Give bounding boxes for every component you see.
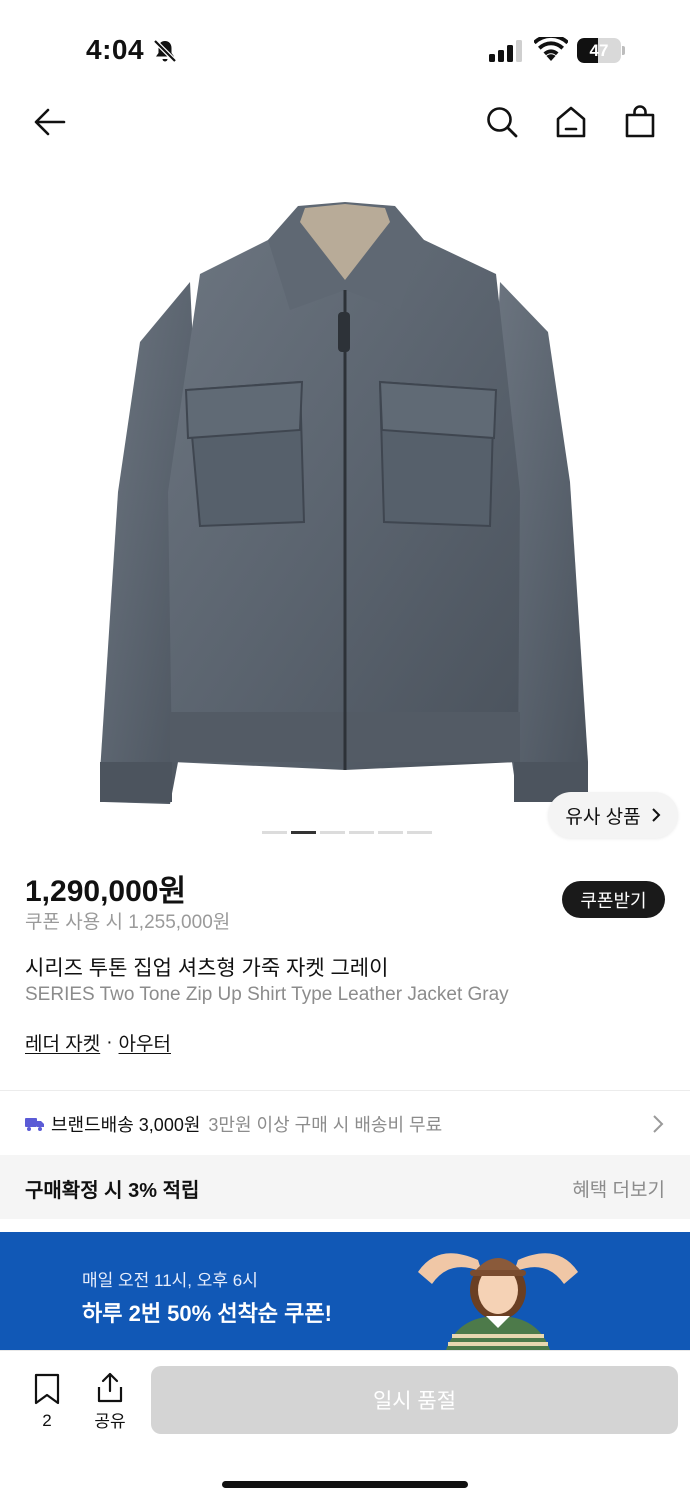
pager-dot xyxy=(262,831,287,834)
battery-indicator: 47 xyxy=(577,38,625,63)
home-indicator xyxy=(222,1481,468,1488)
cell-signal-icon xyxy=(489,40,522,62)
chevron-right-icon xyxy=(653,1115,664,1133)
wifi-icon xyxy=(534,37,568,61)
pager-dot xyxy=(407,831,432,834)
search-icon xyxy=(487,107,518,138)
product-title-english: SERIES Two Tone Zip Up Shirt Type Leathe… xyxy=(25,984,509,1005)
battery-level: 47 xyxy=(589,41,609,60)
bookmark-icon xyxy=(34,1373,60,1405)
similar-products-button[interactable]: 유사 상품 xyxy=(548,792,678,838)
category-separator: · xyxy=(106,1031,113,1053)
shipping-info-row[interactable]: 브랜드배송 3,000원 3만원 이상 구매 시 배송비 무료 xyxy=(25,1109,665,1139)
pager-dot xyxy=(291,831,316,834)
model-illustration xyxy=(418,1253,578,1350)
banner-title: 하루 2번 50% 선착순 쿠폰! xyxy=(82,1301,332,1326)
shopping-bag-icon xyxy=(625,105,655,138)
home-icon xyxy=(556,106,586,138)
search-button[interactable] xyxy=(480,100,524,144)
shipping-fee: 브랜드배송 3,000원 xyxy=(51,1115,201,1135)
pager-dot xyxy=(378,831,403,834)
share-icon xyxy=(97,1372,123,1403)
back-button[interactable] xyxy=(28,100,72,144)
home-button[interactable] xyxy=(549,100,593,144)
banner-subtitle: 매일 오전 11시, 오후 6시 xyxy=(82,1271,258,1290)
bell-muted-icon xyxy=(153,39,177,63)
bottom-action-bar: 2 공유 일시 품절 xyxy=(0,1350,690,1500)
share-label: 공유 xyxy=(94,1412,126,1431)
similar-products-label: 유사 상품 xyxy=(565,806,641,828)
category-link-outer[interactable]: 아우터 xyxy=(119,1029,171,1056)
coupon-price: 쿠폰 사용 시 1,255,000원 xyxy=(25,912,231,933)
category-link-leather-jacket[interactable]: 레더 자켓 xyxy=(25,1029,100,1056)
pager-dot xyxy=(320,831,345,834)
chevron-right-icon xyxy=(651,808,661,822)
pager-dot xyxy=(349,831,374,834)
status-time: 4:04 xyxy=(86,34,145,65)
sold-out-button[interactable]: 일시 품절 xyxy=(151,1366,678,1434)
truck-icon xyxy=(25,1118,44,1131)
bookmark-button[interactable]: 2 xyxy=(28,1373,66,1431)
share-button[interactable]: 공유 xyxy=(90,1371,130,1432)
top-navigation xyxy=(0,100,690,160)
cart-button[interactable] xyxy=(618,100,662,144)
bookmark-count: 2 xyxy=(42,1411,52,1430)
product-price: 1,290,000원 xyxy=(25,875,187,908)
back-arrow-icon xyxy=(34,108,66,136)
category-breadcrumb: 레더 자켓 · 아우터 xyxy=(25,1029,171,1056)
leather-jacket-image xyxy=(100,202,588,804)
benefit-more-link[interactable]: 혜택 더보기 xyxy=(572,1175,665,1202)
divider xyxy=(0,1090,690,1091)
status-bar: 4:04 47 xyxy=(0,0,690,100)
shipping-note: 3만원 이상 구매 시 배송비 무료 xyxy=(208,1115,443,1135)
points-text: 구매확정 시 3% 적립 xyxy=(25,1180,200,1202)
coupon-banner[interactable]: 매일 오전 11시, 오후 6시 하루 2번 50% 선착순 쿠폰! xyxy=(0,1232,690,1350)
points-benefit-row: 구매확정 시 3% 적립 혜택 더보기 xyxy=(0,1155,690,1219)
product-image[interactable] xyxy=(0,162,690,852)
get-coupon-button[interactable]: 쿠폰받기 xyxy=(562,881,665,918)
product-title: 시리즈 투톤 집업 셔츠형 가죽 자켓 그레이 xyxy=(25,957,389,980)
image-pager xyxy=(262,831,432,834)
